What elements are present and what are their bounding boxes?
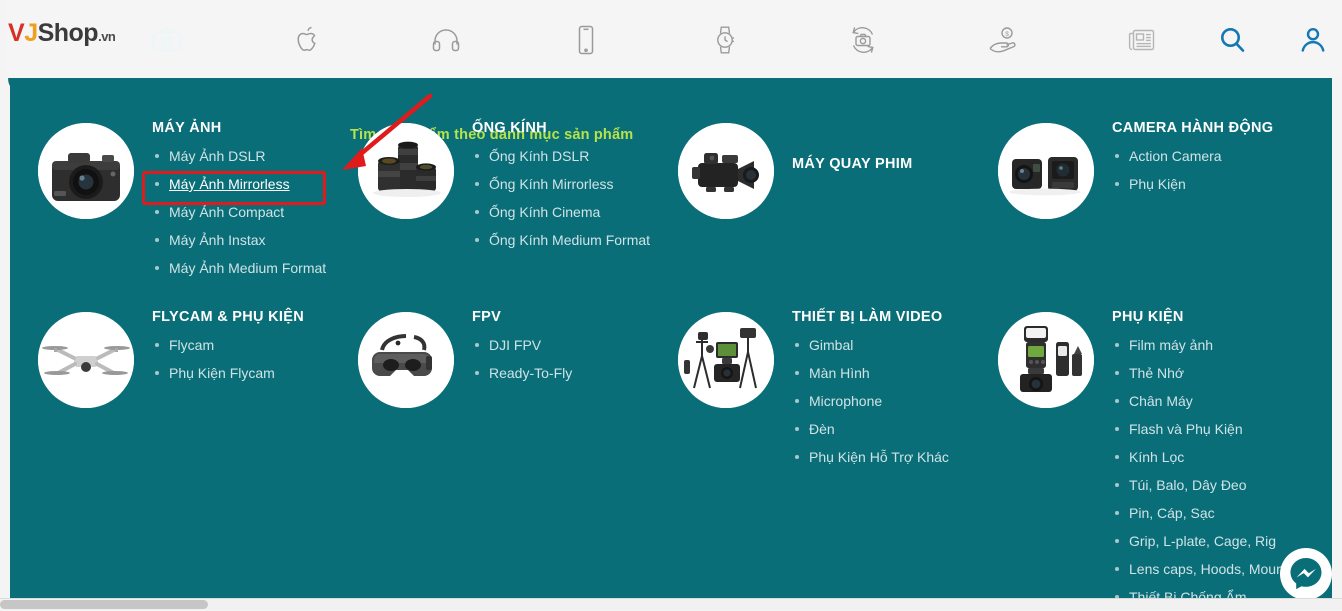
menu-item[interactable]: Ống Kính DSLR — [472, 142, 650, 170]
page-left-edge — [0, 0, 6, 599]
menu-item[interactable]: Ống Kính Medium Format — [472, 226, 650, 254]
category-title: MÁY ẢNH — [152, 120, 222, 136]
category-body: MÁY QUAY PHIM — [792, 156, 912, 178]
horizontal-scrollbar[interactable] — [0, 598, 1342, 610]
category-title: FLYCAM & PHỤ KIỆN — [152, 309, 304, 325]
category-title: ỐNG KÍNH — [472, 120, 547, 136]
category-item-list: Flycam Phụ Kiện Flycam — [152, 331, 304, 387]
messenger-chat-button[interactable] — [1278, 546, 1334, 602]
nav-apple-icon[interactable] — [291, 24, 323, 56]
dslr-camera-thumb — [38, 123, 134, 219]
menu-item[interactable]: Film máy ảnh — [1112, 331, 1284, 359]
lens-group-thumb — [358, 123, 454, 219]
menu-item[interactable]: Flash và Phụ Kiện — [1112, 415, 1284, 443]
menu-item[interactable]: DJI FPV — [472, 331, 572, 359]
menu-item[interactable]: Lens caps, Hoods, Moun — [1112, 555, 1284, 583]
category-item-list: Ống Kính DSLR Ống Kính Mirrorless Ống Kí… — [472, 142, 650, 254]
category-item-list: Action Camera Phụ Kiện — [1112, 142, 1273, 198]
menu-item[interactable]: Chân Máy — [1112, 387, 1284, 415]
action-camera-thumb — [998, 123, 1094, 219]
category-title: FPV — [472, 309, 502, 325]
menu-item[interactable]: Màn Hình — [792, 359, 949, 387]
category-item-list: Film máy ảnh Thẻ Nhớ Chân Máy Flash và P… — [1112, 331, 1284, 611]
horizontal-scrollbar-thumb[interactable] — [0, 600, 208, 609]
menu-item[interactable]: Flycam — [152, 331, 304, 359]
menu-item[interactable]: Microphone — [792, 387, 949, 415]
top-navigation-bar: VJShop.vn $ — [0, 0, 1342, 78]
menu-item[interactable]: Phụ Kiện Hỗ Trợ Khác — [792, 443, 949, 471]
category-body: FLYCAM & PHỤ KIỆN Flycam Phụ Kiện Flycam — [152, 309, 304, 387]
menu-item[interactable]: Máy Ảnh Medium Format — [152, 254, 326, 282]
category-item-list: DJI FPV Ready-To-Fly — [472, 331, 572, 387]
nav-phone-icon[interactable] — [570, 24, 602, 56]
menu-item[interactable]: Ống Kính Mirrorless — [472, 170, 650, 198]
nav-news-icon[interactable] — [1126, 24, 1158, 56]
menu-item[interactable]: Action Camera — [1112, 142, 1273, 170]
nav-hand-money-icon[interactable]: $ — [987, 24, 1019, 56]
menu-item[interactable]: Ready-To-Fly — [472, 359, 572, 387]
category-body: THIẾT BỊ LÀM VIDEO Gimbal Màn Hình Micro… — [792, 309, 949, 471]
category-item-list: Máy Ảnh DSLR Máy Ảnh Mirrorless Máy Ảnh … — [152, 142, 326, 282]
menu-item[interactable]: Ống Kính Cinema — [472, 198, 650, 226]
menu-item[interactable]: Túi, Balo, Dây Đeo — [1112, 471, 1284, 499]
logo-domain: .vn — [98, 29, 116, 44]
menu-item[interactable]: Thẻ Nhớ — [1112, 359, 1284, 387]
nav-watch-icon[interactable] — [709, 24, 741, 56]
nav-headphone-icon[interactable] — [430, 24, 462, 56]
nav-trade-in-camera-icon[interactable] — [847, 24, 879, 56]
video-gear-thumb — [678, 312, 774, 408]
category-body: MÁY ẢNH Máy Ảnh DSLR Máy Ảnh Mirrorless … — [152, 120, 326, 282]
category-body: ỐNG KÍNH Ống Kính DSLR Ống Kính Mirrorle… — [472, 120, 650, 254]
menu-item-selected[interactable]: Máy Ảnh Mirrorless — [152, 170, 326, 198]
menu-item[interactable]: Máy Ảnh DSLR — [152, 142, 326, 170]
category-title: THIẾT BỊ LÀM VIDEO — [792, 309, 943, 325]
menu-item[interactable]: Phụ Kiện Flycam — [152, 359, 304, 387]
site-logo[interactable]: VJShop.vn — [8, 19, 116, 48]
category-title: PHỤ KIỆN — [1112, 309, 1184, 325]
category-body: FPV DJI FPV Ready-To-Fly — [472, 309, 572, 387]
category-title: MÁY QUAY PHIM — [792, 156, 913, 172]
menu-item[interactable]: Máy Ảnh Compact — [152, 198, 326, 226]
mega-menu-content: Tìm sản phẩm theo danh mục sản phẩm MÁY … — [10, 57, 1332, 605]
drone-thumb — [38, 312, 134, 408]
nav-search-icon[interactable] — [1216, 24, 1248, 56]
nav-account-icon[interactable] — [1297, 24, 1329, 56]
logo-letter-v: V — [8, 19, 25, 47]
category-body: CAMERA HÀNH ĐỘNG Action Camera Phụ Kiện — [1112, 120, 1273, 198]
category-title: CAMERA HÀNH ĐỘNG — [1112, 120, 1274, 136]
menu-item[interactable]: Pin, Cáp, Sạc — [1112, 499, 1284, 527]
category-item-list: Gimbal Màn Hình Microphone Đèn Phụ Kiện … — [792, 331, 949, 471]
svg-text:$: $ — [1005, 31, 1009, 38]
menu-item[interactable]: Kính Lọc — [1112, 443, 1284, 471]
camcorder-thumb — [678, 123, 774, 219]
logo-word: Shop — [37, 19, 99, 47]
fpv-goggles-thumb — [358, 312, 454, 408]
menu-item[interactable]: Máy Ảnh Instax — [152, 226, 326, 254]
logo-letter-j: J — [24, 19, 38, 47]
category-body: PHỤ KIỆN Film máy ảnh Thẻ Nhớ Chân Máy F… — [1112, 309, 1284, 611]
menu-item[interactable]: Gimbal — [792, 331, 949, 359]
nav-camera-icon[interactable] — [151, 24, 183, 56]
menu-item[interactable]: Grip, L-plate, Cage, Rig — [1112, 527, 1284, 555]
menu-item[interactable]: Đèn — [792, 415, 949, 443]
menu-item[interactable]: Phụ Kiện — [1112, 170, 1273, 198]
flash-accessory-thumb — [998, 312, 1094, 408]
